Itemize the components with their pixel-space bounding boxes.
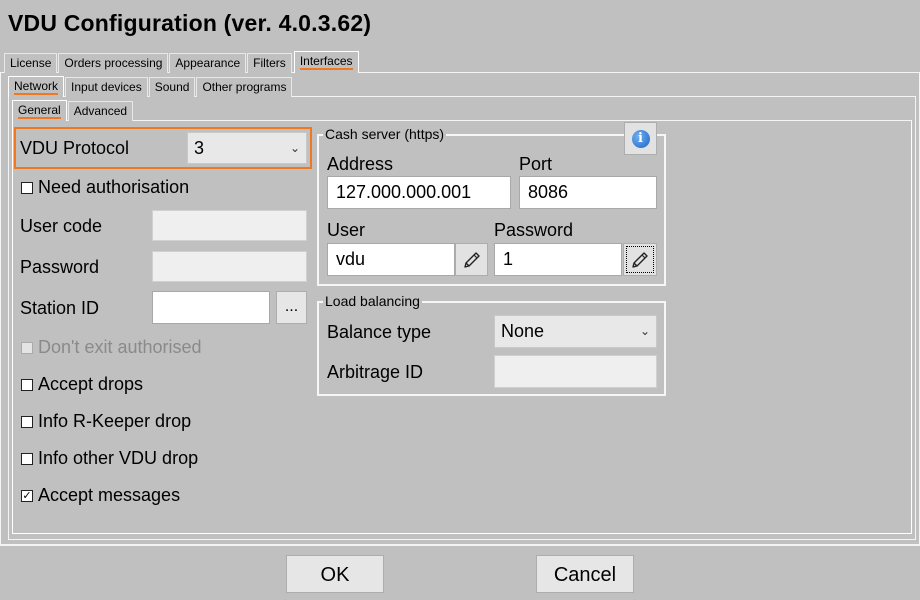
ok-button[interactable]: OK: [286, 555, 384, 593]
cash-password-label: Password: [494, 220, 574, 240]
balance-type-label: Balance type: [327, 322, 432, 342]
general-tab-bar: General Advanced: [12, 100, 134, 121]
arbitrage-label: Arbitrage ID: [327, 362, 424, 382]
info-other-checkbox[interactable]: [21, 453, 33, 465]
dont-exit-checkbox[interactable]: [21, 342, 33, 354]
tab-network-label: Network: [14, 79, 59, 95]
station-id-label: Station ID: [20, 298, 100, 318]
password-input[interactable]: [152, 251, 307, 282]
password-label: Password: [20, 257, 100, 277]
address-input[interactable]: 127.000.000.001: [327, 176, 511, 209]
user-code-label: User code: [20, 216, 103, 236]
station-id-input[interactable]: [152, 291, 270, 324]
need-auth-checkbox[interactable]: [21, 182, 33, 194]
checkmark-icon: ✓: [22, 490, 32, 502]
dont-exit-label: Don't exit authorised: [38, 337, 202, 357]
address-label: Address: [327, 154, 394, 174]
info-other-label: Info other VDU drop: [38, 448, 199, 468]
vdu-protocol-select[interactable]: 3 ⌄: [187, 132, 307, 164]
load-balancing-title: Load balancing: [323, 293, 422, 309]
tab-advanced[interactable]: Advanced: [67, 101, 134, 121]
pencil-icon: [632, 251, 648, 268]
tab-other-programs[interactable]: Other programs: [196, 77, 293, 97]
edit-password-button[interactable]: [623, 243, 657, 276]
tab-general[interactable]: General: [12, 100, 67, 121]
arbitrage-input[interactable]: [494, 355, 657, 388]
user-code-input[interactable]: [152, 210, 307, 241]
tab-appearance[interactable]: Appearance: [169, 53, 247, 73]
edit-user-button[interactable]: [455, 243, 488, 276]
vdu-protocol-value: 3: [194, 138, 205, 158]
tab-interfaces-label: Interfaces: [299, 54, 353, 70]
tab-input-devices[interactable]: Input devices: [65, 77, 148, 97]
vdu-protocol-label: VDU Protocol: [20, 138, 130, 158]
tab-orders-processing[interactable]: Orders processing: [58, 53, 169, 73]
user-input[interactable]: vdu: [327, 243, 455, 276]
port-input[interactable]: 8086: [519, 176, 657, 209]
tab-sound[interactable]: Sound: [148, 77, 196, 97]
info-rkeeper-checkbox[interactable]: [21, 416, 33, 428]
chevron-down-icon: ⌄: [639, 324, 650, 338]
station-browse-button[interactable]: ...: [276, 291, 307, 324]
user-label: User: [327, 220, 366, 240]
tab-license[interactable]: License: [4, 53, 58, 73]
tab-filters[interactable]: Filters: [247, 53, 292, 73]
tab-network[interactable]: Network: [8, 76, 65, 97]
pencil-icon: [463, 251, 480, 268]
network-tab-bar: Network Input devices Sound Other progra…: [8, 76, 293, 97]
balance-type-select[interactable]: None ⌄: [494, 315, 657, 348]
port-label: Port: [519, 154, 553, 174]
balance-type-value: None: [501, 321, 545, 341]
accept-drops-label: Accept drops: [38, 374, 144, 394]
cash-password-input[interactable]: 1: [494, 243, 622, 276]
cash-server-title: Cash server (https): [323, 126, 447, 142]
need-auth-label: Need authorisation: [38, 177, 190, 197]
accept-messages-label: Accept messages: [38, 485, 181, 505]
info-rkeeper-label: Info R-Keeper drop: [38, 411, 192, 431]
top-tab-bar: License Orders processing Appearance Fil…: [4, 51, 360, 73]
cancel-button[interactable]: Cancel: [536, 555, 634, 593]
chevron-down-icon: ⌄: [289, 141, 300, 155]
accept-drops-checkbox[interactable]: [21, 379, 33, 391]
tab-general-label: General: [18, 103, 61, 119]
window-title: VDU Configuration (ver. 4.0.3.62): [8, 10, 372, 36]
info-icon: i: [631, 129, 650, 148]
tab-interfaces[interactable]: Interfaces: [293, 51, 359, 73]
accept-messages-checkbox[interactable]: ✓: [21, 490, 33, 502]
info-button[interactable]: i: [624, 122, 657, 155]
